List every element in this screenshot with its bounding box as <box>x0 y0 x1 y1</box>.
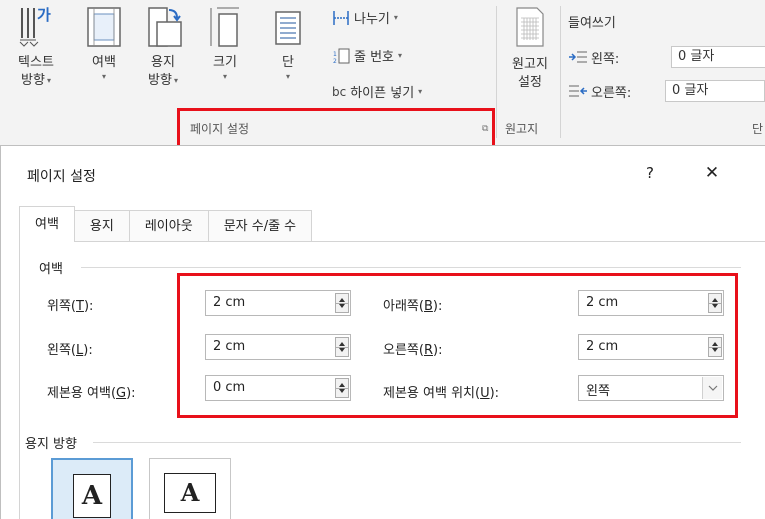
hyphenation-label: 하이픈 넣기 <box>350 86 415 101</box>
chevron-down-icon: ▾ <box>393 13 398 22</box>
tab-layout[interactable]: 레이아웃 <box>129 210 209 242</box>
indent-left-label: 왼쪽: <box>591 51 620 67</box>
paragraph-group-label: 단 <box>752 122 764 136</box>
tab-paper[interactable]: 용지 <box>74 210 130 242</box>
breaks-label: 나누기 <box>354 12 390 27</box>
manuscript-label-2: 설정 <box>518 75 542 90</box>
margins-section-label: 여백 <box>39 262 63 277</box>
orientation-section-label: 용지 방향 <box>25 437 77 452</box>
indent-title: 들여쓰기 <box>568 16 616 31</box>
ribbon: 가 텍스트 방향 ▾ 여백 ▾ 용지 방향 ▾ 크기 ▾ 단 ▾ 나누기 ▾ 1… <box>0 0 765 145</box>
text-direction-icon: 가 <box>19 6 51 47</box>
indent-left-input[interactable]: 0 글자 <box>671 46 765 68</box>
portrait-option[interactable]: A <box>51 458 133 519</box>
manuscript-icon <box>516 7 544 47</box>
left-margin-label: 왼쪽(L): <box>47 343 93 358</box>
gutter-label: 제본용 여백(G): <box>47 386 136 401</box>
tab-document-grid[interactable]: 문자 수/줄 수 <box>208 210 313 242</box>
breaks-button[interactable]: 나누기 ▾ <box>332 8 398 27</box>
text-direction-button[interactable]: 가 텍스트 방향 ▾ <box>8 4 64 90</box>
breaks-icon <box>333 10 349 25</box>
margins-icon <box>87 7 121 47</box>
help-icon[interactable]: ? <box>638 160 662 186</box>
line-numbers-icon: 1 2 <box>333 48 350 65</box>
chevron-down-icon: ▾ <box>398 51 403 60</box>
top-margin-label: 위쪽(T): <box>47 299 94 314</box>
svg-text:2: 2 <box>333 58 337 65</box>
margins-button[interactable]: 여백 ▾ <box>80 4 128 82</box>
section-divider <box>93 442 741 443</box>
hyphenation-button[interactable]: bc 하이픈 넣기 ▾ <box>332 82 423 102</box>
size-button[interactable]: 크기 ▾ <box>204 4 246 82</box>
chevron-down-icon: ▾ <box>101 72 106 81</box>
tab-margins[interactable]: 여백 <box>19 206 75 242</box>
svg-text:가: 가 <box>37 6 51 24</box>
manuscript-group-label: 원고지 <box>505 122 539 136</box>
indent-right-input[interactable]: 0 글자 <box>665 80 765 102</box>
group-divider <box>560 6 561 138</box>
size-label: 크기 <box>213 55 237 70</box>
line-numbers-button[interactable]: 1 2 줄 번호 ▾ <box>332 46 402 65</box>
hyphenation-icon: bc <box>332 84 347 99</box>
dialog-tabs: 여백 용지 레이아웃 문자 수/줄 수 <box>19 206 313 242</box>
landscape-option[interactable]: A <box>149 458 231 519</box>
chevron-down-icon: ▾ <box>222 72 227 81</box>
chevron-down-icon: ▾ <box>285 72 290 81</box>
chevron-down-icon: ▾ <box>173 76 178 85</box>
orientation-icon <box>148 7 182 47</box>
indent-right-icon <box>569 85 587 97</box>
svg-text:1: 1 <box>333 51 337 58</box>
indent-right-label: 오른쪽: <box>591 85 632 101</box>
size-icon <box>210 7 239 47</box>
text-direction-label-1: 텍스트 <box>18 55 54 70</box>
indent-left-row: 왼쪽: 0 글자 <box>568 46 765 68</box>
text-direction-label-2: 방향 <box>21 73 45 88</box>
page-setup-dialog: 페이지 설정 ? ✕ 여백 용지 레이아웃 문자 수/줄 수 여백 위쪽(T):… <box>0 145 765 519</box>
orientation-label-1: 용지 <box>151 55 175 70</box>
chevron-down-icon: ▾ <box>418 87 423 96</box>
indent-right-row: 오른쪽: 0 글자 <box>568 80 765 102</box>
columns-button[interactable]: 단 ▾ <box>268 4 308 82</box>
margins-label: 여백 <box>92 55 116 70</box>
columns-label: 단 <box>282 55 294 70</box>
chevron-down-icon: ▾ <box>46 76 51 85</box>
dialog-title: 페이지 설정 <box>27 169 96 185</box>
manuscript-label-1: 원고지 <box>512 57 548 72</box>
columns-icon <box>275 11 301 45</box>
orientation-button[interactable]: 용지 방향 ▾ <box>140 4 186 90</box>
highlight-page-setup-label <box>177 108 495 145</box>
highlight-margin-fields <box>177 273 738 418</box>
section-divider <box>81 267 741 268</box>
portrait-icon: A <box>73 474 111 518</box>
close-icon[interactable]: ✕ <box>698 160 726 186</box>
manuscript-button[interactable]: 원고지 설정 <box>503 4 557 92</box>
line-numbers-label: 줄 번호 <box>354 50 395 65</box>
group-divider <box>496 6 497 138</box>
orientation-label-2: 방향 <box>148 73 172 88</box>
indent-left-icon <box>569 51 587 63</box>
landscape-icon: A <box>164 473 216 513</box>
